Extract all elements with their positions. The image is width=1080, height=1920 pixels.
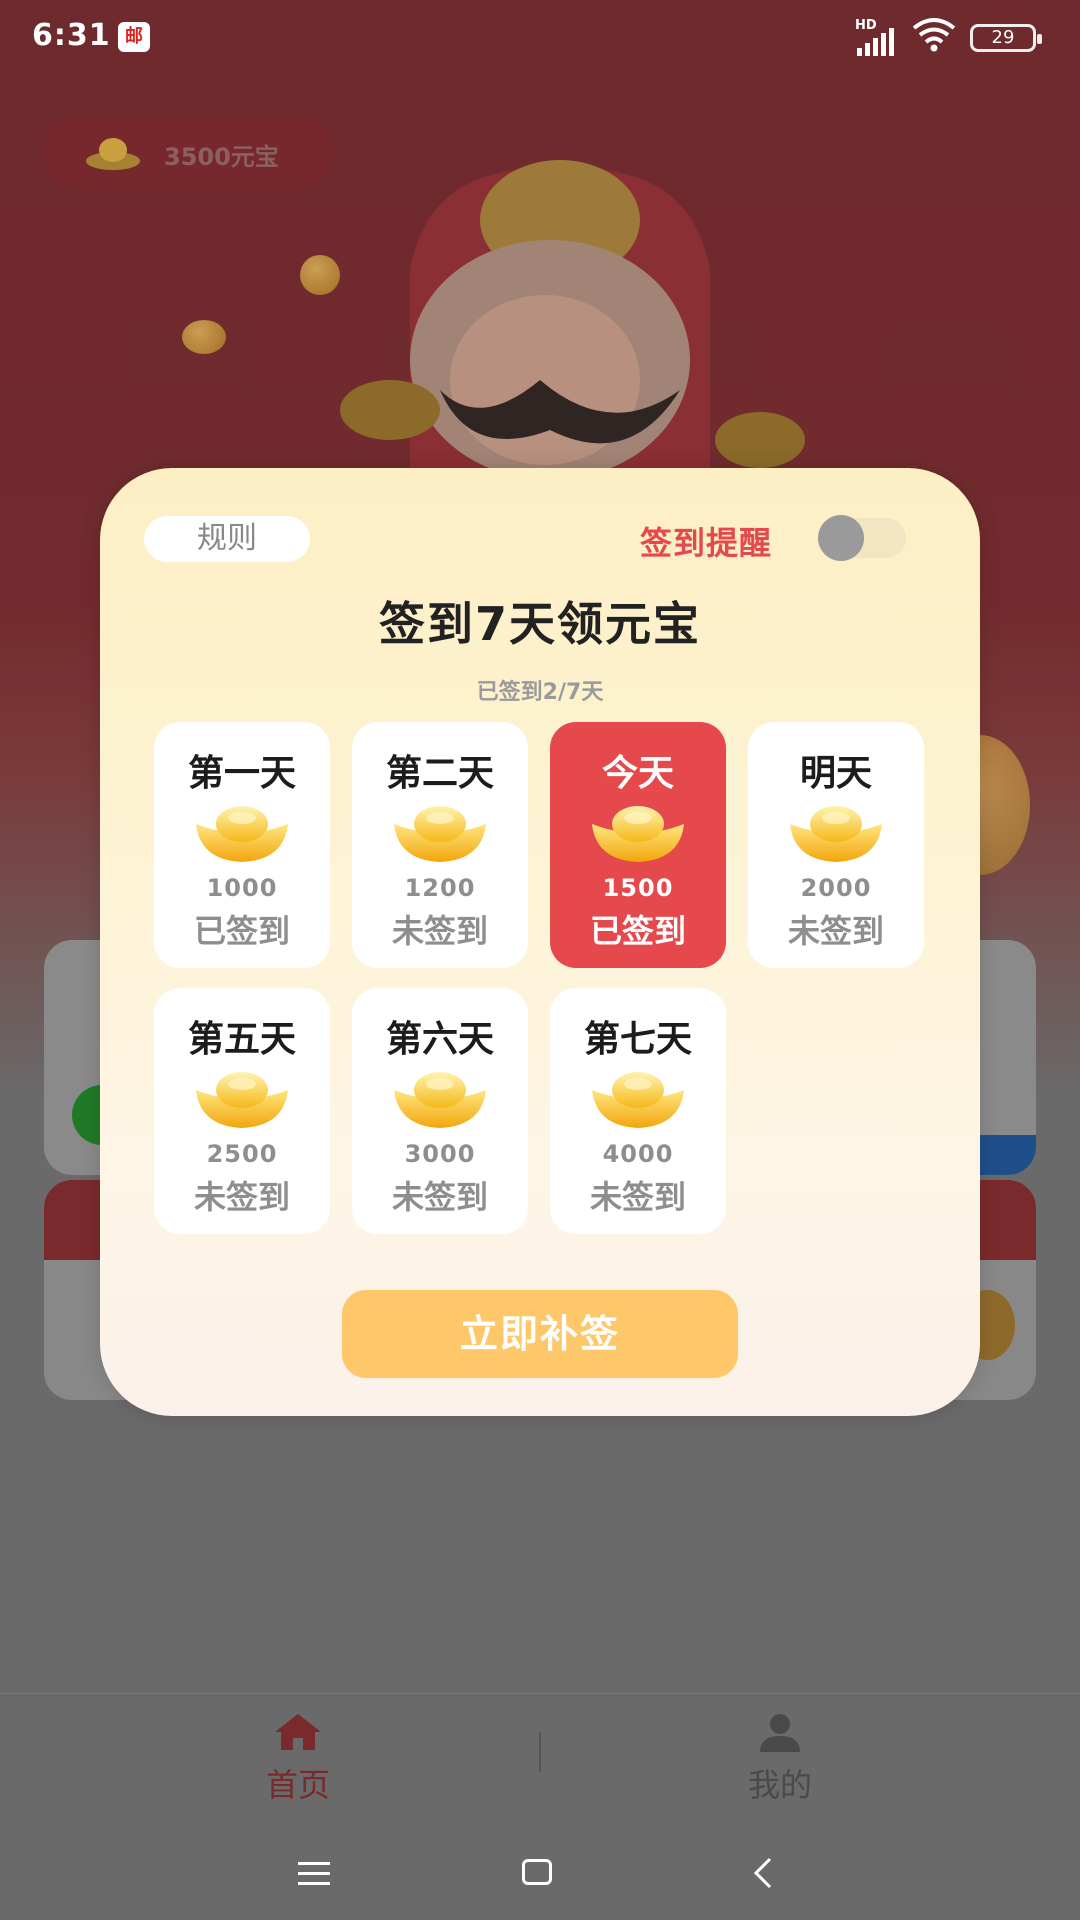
day-label: 第七天 — [583, 1019, 692, 1060]
day-card[interactable]: 第五天 2500 未签到 — [154, 988, 330, 1234]
tab-divider — [539, 1732, 541, 1772]
user-icon — [760, 1714, 800, 1752]
day-label: 明天 — [799, 753, 872, 794]
day-card[interactable]: 第七天 4000 未签到 — [550, 988, 726, 1234]
tab-mine-label: 我的 — [747, 1766, 812, 1804]
day-label: 第六天 — [385, 1019, 494, 1060]
home-icon — [275, 1714, 321, 1750]
day-reward-amount: 4000 — [602, 1140, 674, 1168]
day-label: 第二天 — [385, 753, 494, 794]
day-reward-amount: 1200 — [404, 874, 476, 902]
day-card[interactable]: 第一天 1000 已签到 — [154, 722, 330, 968]
god-of-wealth-mascot — [300, 150, 820, 480]
ingot-icon — [86, 138, 140, 170]
coin-decoration — [300, 255, 340, 295]
day-status: 未签到 — [589, 1178, 686, 1216]
toggle-knob — [818, 515, 864, 561]
balance-text: 3500元宝 — [164, 143, 279, 171]
day-reward-amount: 1000 — [206, 874, 278, 902]
wifi-icon — [912, 16, 956, 56]
bottom-tab-bar: 首页 我的 — [0, 1693, 1080, 1823]
back-icon[interactable] — [752, 1857, 774, 1889]
balance-pill[interactable]: 3500元宝 — [44, 115, 334, 190]
day-card[interactable]: 第六天 3000 未签到 — [352, 988, 528, 1234]
ingot-icon — [192, 1068, 292, 1136]
reminder-toggle[interactable] — [818, 515, 906, 561]
tab-mine[interactable]: 我的 — [680, 1712, 880, 1806]
home-square-icon[interactable] — [522, 1859, 552, 1885]
ingot-icon — [390, 802, 490, 870]
day-reward-amount: 2500 — [206, 1140, 278, 1168]
tab-home-label: 首页 — [265, 1766, 330, 1804]
reminder-label: 签到提醒 — [640, 524, 773, 562]
day-status: 已签到 — [193, 912, 290, 950]
sign-in-progress: 已签到2/7天 — [476, 680, 604, 705]
notification-app-icon: 邮 — [118, 22, 150, 52]
ingot-icon — [588, 802, 688, 870]
coin-decoration — [182, 320, 226, 354]
day-status: 未签到 — [391, 912, 488, 950]
makeup-sign-in-button[interactable]: 立即补签 — [342, 1290, 738, 1378]
day-label: 第一天 — [187, 753, 296, 794]
day-reward-amount: 1500 — [602, 874, 674, 902]
menu-icon[interactable] — [298, 1861, 330, 1887]
day-card[interactable]: 明天 2000 未签到 — [748, 722, 924, 968]
status-bar: 6:31 邮 HD 29 — [0, 0, 1080, 76]
system-navigation-bar — [0, 1823, 1080, 1920]
modal-title: 签到7天领元宝 — [378, 597, 701, 651]
sign-in-modal: 规则 签到提醒 签到7天领元宝 已签到2/7天 第一天 1000 已签到 第二天 120… — [100, 468, 980, 1416]
day-reward-amount: 3000 — [404, 1140, 476, 1168]
ingot-icon — [588, 1068, 688, 1136]
day-card[interactable]: 第二天 1200 未签到 — [352, 722, 528, 968]
day-status: 未签到 — [787, 912, 884, 950]
ingot-icon — [786, 802, 886, 870]
rules-button[interactable]: 规则 — [144, 516, 310, 562]
tab-home[interactable]: 首页 — [198, 1712, 398, 1806]
day-reward-amount: 2000 — [800, 874, 872, 902]
ingot-icon — [390, 1068, 490, 1136]
day-status: 未签到 — [391, 1178, 488, 1216]
day-label: 今天 — [601, 753, 674, 794]
day-status: 未签到 — [193, 1178, 290, 1216]
ingot-icon — [192, 802, 292, 870]
status-time: 6:31 — [32, 18, 111, 53]
day-status: 已签到 — [589, 912, 686, 950]
day-label: 第五天 — [187, 1019, 296, 1060]
battery-icon: 29 — [970, 24, 1042, 52]
day-card[interactable]: 今天 1500 已签到 — [550, 722, 726, 968]
